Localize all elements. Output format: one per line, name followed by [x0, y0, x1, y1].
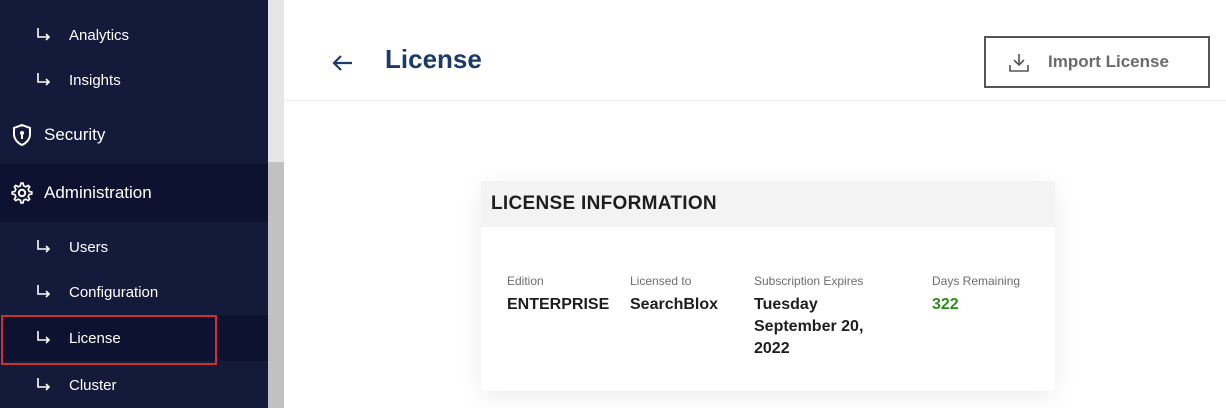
- licensed-to-label: Licensed to: [630, 274, 692, 288]
- subitem-arrow-icon: [37, 73, 51, 86]
- sidebar-item-label: Security: [44, 125, 106, 144]
- sidebar-item-label: Cluster: [69, 376, 117, 394]
- back-arrow-icon[interactable]: [330, 50, 356, 76]
- expires-year: 2022: [754, 340, 790, 357]
- sidebar-item-label: Users: [69, 238, 109, 256]
- edition-label: Edition: [507, 274, 544, 288]
- subscription-expires-label: Subscription Expires: [754, 274, 864, 288]
- subitem-arrow-icon: [37, 378, 51, 391]
- import-license-label: Import License: [1048, 52, 1169, 71]
- subscription-expires-value: Tuesday September 20, 2022: [754, 294, 863, 360]
- card-header: LICENSE INFORMATION: [481, 181, 1055, 227]
- licensed-to-value: SearchBlox: [630, 296, 719, 313]
- subitem-arrow-icon: [37, 285, 51, 298]
- sidebar-item-license[interactable]: License: [0, 315, 268, 361]
- subitem-arrow-icon: [37, 240, 51, 253]
- sidebar-item-label: Insights: [69, 71, 121, 89]
- expires-date: September 20,: [754, 318, 864, 335]
- sidebar-item-label: License: [69, 329, 121, 347]
- sidebar-item-label: Administration: [44, 183, 152, 202]
- license-info-card: LICENSE INFORMATION Edition ENTERPRISE L…: [481, 181, 1055, 391]
- card-title: LICENSE INFORMATION: [491, 193, 717, 214]
- sidebar-item-label: Analytics: [69, 26, 130, 44]
- sidebar-item-insights[interactable]: Insights: [0, 57, 268, 103]
- shield-icon: [13, 123, 31, 147]
- sidebar-item-users[interactable]: Users: [0, 224, 268, 270]
- sidebar: Analytics Insights Security Administrati…: [0, 0, 268, 408]
- sidebar-item-administration[interactable]: Administration: [0, 164, 268, 222]
- page-title: License: [385, 44, 482, 74]
- subscription-expires-field: Subscription Expires Tuesday September 2…: [754, 274, 863, 360]
- days-remaining-field: Days Remaining 322: [932, 274, 1020, 316]
- sidebar-item-label: Configuration: [69, 283, 159, 301]
- sidebar-item-security[interactable]: Security: [0, 106, 268, 164]
- days-remaining-value: 322: [932, 296, 959, 313]
- download-icon: [1009, 54, 1029, 72]
- expires-weekday: Tuesday: [754, 296, 818, 313]
- sidebar-item-configuration[interactable]: Configuration: [0, 269, 268, 315]
- licensed-to-field: Licensed to SearchBlox: [630, 274, 718, 316]
- edition-field: Edition ENTERPRISE: [507, 274, 609, 316]
- days-remaining-label: Days Remaining: [932, 274, 1021, 288]
- import-license-button[interactable]: Import License: [984, 36, 1210, 88]
- sidebar-item-analytics[interactable]: Analytics: [0, 12, 268, 58]
- subitem-arrow-icon: [37, 28, 51, 41]
- sidebar-scrollbar-thumb[interactable]: [268, 162, 284, 408]
- gear-icon: [11, 182, 33, 204]
- subitem-arrow-icon: [37, 331, 51, 344]
- sidebar-item-cluster[interactable]: Cluster: [0, 362, 268, 408]
- edition-value: ENTERPRISE: [507, 296, 610, 313]
